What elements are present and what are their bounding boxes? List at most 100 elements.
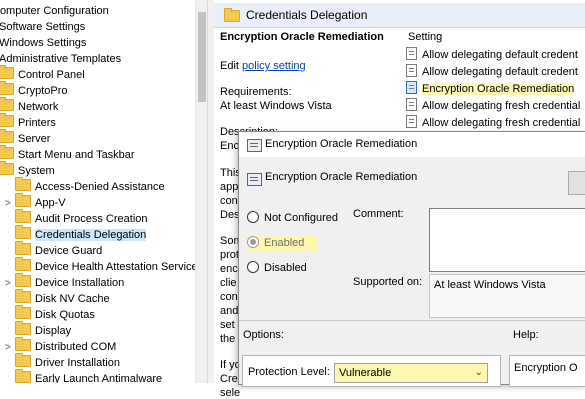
description-text: the	[220, 333, 236, 345]
folder-icon	[15, 257, 31, 271]
pane-header: Credentials Delegation	[214, 3, 585, 28]
folder-icon	[0, 97, 14, 111]
options-label: Options:	[243, 329, 284, 341]
supported-on-field: At least Windows Vista	[429, 274, 585, 318]
folder-icon	[15, 305, 31, 319]
description-text: con	[220, 195, 238, 207]
tree-node-cryptopro[interactable]: CryptoPro	[0, 81, 68, 99]
chevron-right-icon[interactable]: >	[5, 196, 15, 212]
folder-icon	[15, 289, 31, 303]
dialog-title: Encryption Oracle Remediation	[265, 138, 418, 150]
radio-not-configured[interactable]: Not Configured	[247, 210, 338, 226]
tree-node-software-settings[interactable]: Software Settings	[0, 19, 85, 35]
description-text: sele	[220, 387, 241, 399]
description-text: Des	[220, 209, 240, 221]
protection-level-label: Protection Level:	[248, 366, 330, 378]
policy-setting-icon	[406, 115, 417, 128]
requirements-label: Requirements:	[220, 86, 292, 98]
help-panel: Encryption O	[509, 355, 585, 387]
pane-title: Credentials Delegation	[246, 8, 368, 22]
tree-node-access-denied-assistance[interactable]: Access-Denied Assistance	[5, 177, 165, 195]
policy-setting-icon	[247, 139, 262, 152]
policy-setting-link[interactable]: policy setting	[242, 60, 306, 72]
description-text: clie	[220, 277, 237, 289]
edit-line: Edit policy setting	[220, 60, 306, 72]
radio-circle-icon	[247, 211, 259, 223]
radio-enabled[interactable]: Enabled	[247, 235, 319, 251]
tree-node-system[interactable]: System	[0, 161, 55, 179]
policy-setting-icon	[406, 47, 417, 60]
help-text: Encryption O	[514, 362, 578, 374]
dialog-body: Encryption Oracle Remediation Not Config…	[239, 157, 585, 387]
navigation-tree: Computer Configuration Software Settings…	[0, 0, 207, 383]
description-text: Cre	[220, 373, 238, 385]
folder-icon	[15, 209, 31, 223]
folder-icon	[0, 113, 14, 127]
radio-disabled[interactable]: Disabled	[247, 260, 307, 276]
policy-setting-icon	[406, 81, 417, 94]
chevron-right-icon[interactable]: >	[5, 340, 15, 356]
supported-on-label: Supported on:	[353, 276, 423, 288]
tree-node-start-menu-and-taskbar[interactable]: Start Menu and Taskbar	[0, 145, 135, 163]
radio-selected-icon	[247, 236, 259, 248]
folder-icon	[15, 353, 31, 367]
setting-row[interactable]: Allow delegating fresh credential	[406, 115, 580, 132]
tree-node-early-launch-antimalware[interactable]: Early Launch Antimalware	[5, 369, 162, 383]
folder-icon	[15, 193, 31, 207]
tree-node-control-panel[interactable]: Control Panel	[0, 65, 85, 83]
tree-node-credentials-delegation[interactable]: Credentials Delegation	[5, 225, 147, 243]
protection-level-select[interactable]: Vulnerable ⌄	[334, 363, 488, 383]
tree-node-printers[interactable]: Printers	[0, 113, 56, 131]
folder-icon	[15, 369, 31, 383]
folder-icon	[15, 321, 31, 335]
separator	[239, 320, 585, 321]
setting-row[interactable]: Allow delegating fresh credential	[406, 98, 580, 115]
tree-node-windows-settings[interactable]: Windows Settings	[0, 35, 86, 51]
tree-node-server[interactable]: Server	[0, 129, 50, 147]
edit-prefix: Edit	[220, 60, 239, 72]
options-panel: Protection Level: Vulnerable ⌄	[242, 355, 501, 387]
policy-setting-icon	[406, 98, 417, 111]
comment-textarea[interactable]	[429, 208, 585, 272]
dialog-subtitle: Encryption Oracle Remediation	[265, 171, 418, 183]
tree-node-app-v[interactable]: > App-V	[5, 193, 66, 212]
description-text: enc	[220, 263, 238, 275]
chevron-down-icon: ⌄	[474, 367, 483, 378]
description-text: app	[220, 181, 239, 193]
tree-node-network[interactable]: Network	[0, 97, 58, 115]
chevron-right-icon[interactable]: >	[5, 276, 15, 292]
folder-open-icon	[15, 225, 31, 239]
tree-node-audit-process-creation[interactable]: Audit Process Creation	[5, 209, 148, 227]
tree-node-administrative-templates[interactable]: Administrative Templates	[0, 51, 121, 67]
folder-icon	[224, 8, 240, 22]
setting-row-encryption-oracle-remediation[interactable]: Encryption Oracle Remediation	[406, 81, 575, 98]
tree-node-computer-configuration[interactable]: Computer Configuration	[0, 3, 109, 19]
description-text: con	[220, 291, 238, 303]
policy-setting-icon	[406, 64, 417, 77]
folder-icon	[15, 177, 31, 191]
tree-scrollbar[interactable]	[195, 0, 207, 383]
comment-label: Comment:	[353, 208, 404, 220]
folder-icon	[0, 81, 14, 95]
tree-node-device-health-attestation[interactable]: Device Health Attestation Service	[5, 257, 198, 275]
radio-circle-icon	[247, 261, 259, 273]
description-text: Enc	[220, 140, 239, 152]
policy-setting-dialog: Encryption Oracle Remediation Encryption…	[238, 131, 585, 387]
folder-icon	[0, 129, 14, 143]
folder-icon	[0, 145, 14, 159]
help-label: Help:	[513, 329, 539, 341]
setting-row[interactable]: Allow delegating default credent	[406, 47, 578, 64]
setting-column-header[interactable]: Setting	[408, 31, 442, 43]
setting-row[interactable]: Allow delegating default credent	[406, 64, 578, 81]
dialog-titlebar[interactable]: Encryption Oracle Remediation	[239, 132, 585, 157]
folder-icon	[0, 65, 14, 79]
previous-setting-button[interactable]	[568, 171, 585, 195]
folder-icon	[0, 161, 14, 175]
policy-title: Encryption Oracle Remediation	[220, 31, 384, 43]
folder-icon	[15, 241, 31, 255]
policy-setting-icon	[247, 173, 262, 186]
requirements-value: At least Windows Vista	[220, 100, 332, 112]
description-text: prot	[220, 249, 239, 261]
scrollbar-thumb[interactable]	[198, 12, 206, 102]
description-text: and	[220, 305, 239, 317]
